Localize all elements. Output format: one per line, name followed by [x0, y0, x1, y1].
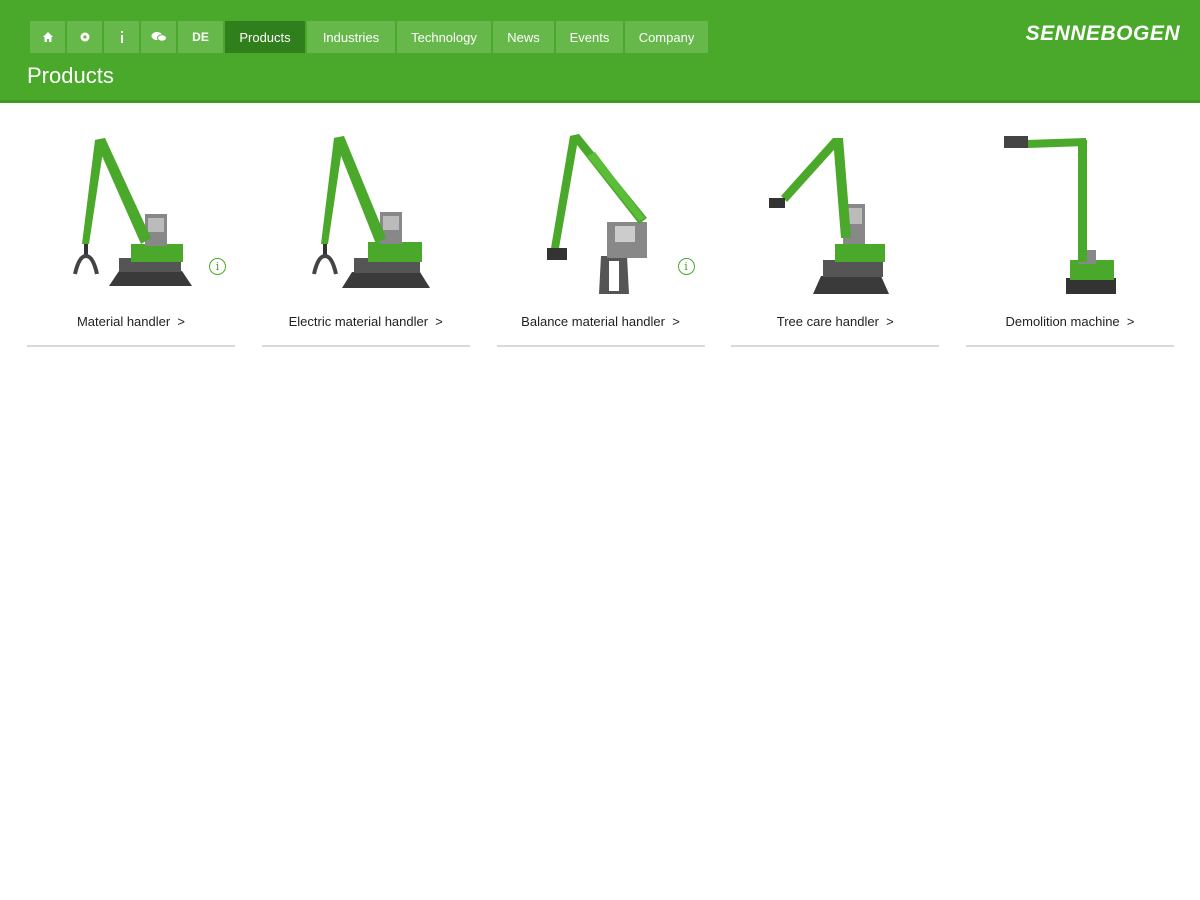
material-handler-image: [73, 138, 192, 286]
product-grid: i Material handler > Electric material h…: [27, 126, 1174, 347]
product-card-demolition-machine[interactable]: Demolition machine >: [966, 126, 1174, 347]
product-label: Balance material handler >: [521, 314, 680, 329]
main-nav: DE Products Industries Technology News E…: [30, 21, 708, 53]
electric-material-handler-image: [311, 136, 430, 288]
tab-industries[interactable]: Industries: [307, 21, 395, 53]
chevron-right-icon: >: [1126, 314, 1135, 329]
product-label: Material handler >: [76, 314, 186, 329]
nav-info-button[interactable]: [104, 21, 139, 53]
demolition-machine-image: [1004, 136, 1116, 294]
nav-chat-button[interactable]: [141, 21, 176, 53]
tab-technology[interactable]: Technology: [397, 21, 491, 53]
tab-news[interactable]: News: [493, 21, 554, 53]
balance-material-handler-image: [546, 134, 647, 294]
product-label: Electric material handler >: [288, 314, 443, 329]
product-label: Demolition machine >: [1005, 314, 1135, 329]
chevron-right-icon: >: [177, 314, 186, 329]
settings-icon: [80, 32, 89, 42]
language-switch-button[interactable]: DE: [178, 21, 223, 53]
product-card-material-handler[interactable]: i Material handler >: [27, 126, 235, 347]
nav-settings-button[interactable]: [67, 21, 102, 53]
tab-events[interactable]: Events: [556, 21, 623, 53]
product-label: Tree care handler >: [776, 314, 894, 329]
product-card-balance-material-handler[interactable]: i Balance material handler >: [496, 126, 705, 347]
tree-care-handler-image: [769, 138, 890, 294]
chat-icon: [151, 32, 167, 42]
chevron-right-icon: >: [435, 314, 443, 329]
info-icon[interactable]: i: [677, 258, 695, 275]
chevron-right-icon: >: [672, 314, 680, 329]
nav-home-button[interactable]: [30, 21, 65, 53]
product-card-electric-material-handler[interactable]: Electric material handler >: [261, 126, 470, 347]
info-icon: [120, 31, 123, 43]
brand-logo[interactable]: SENNEBOGEN: [1026, 22, 1180, 48]
chevron-right-icon: >: [886, 314, 894, 329]
tab-products[interactable]: Products: [225, 21, 305, 53]
tab-company[interactable]: Company: [625, 21, 708, 53]
header-bar: DE Products Industries Technology News E…: [0, 0, 1200, 103]
home-icon: [42, 32, 53, 42]
info-icon[interactable]: i: [209, 258, 226, 275]
page-title: Products: [27, 63, 114, 88]
product-card-tree-care-handler[interactable]: Tree care handler >: [731, 126, 940, 347]
